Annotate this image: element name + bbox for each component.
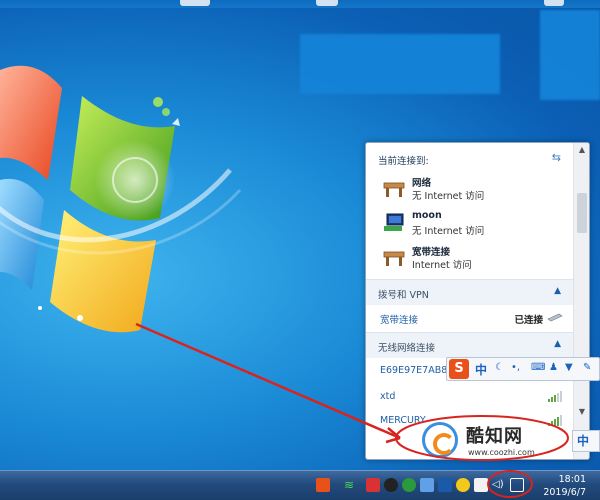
wireless-network-item[interactable]: xtd (366, 385, 573, 409)
wifi-tray-icon[interactable]: ≋ (344, 478, 358, 492)
popup-heading: 当前连接到: (378, 156, 429, 167)
app-tray-icon[interactable] (420, 478, 434, 492)
clock[interactable]: 18:01 2019/6/7 (543, 473, 586, 499)
network-connections-popup: 当前连接到: ⇆ 网络 无 Internet 访问 moon 无 Interne… (365, 142, 590, 460)
connection-status: 无 Internet 访问 (412, 226, 485, 237)
section-title: 无线网络连接 (378, 343, 436, 354)
connection-item[interactable]: 网络 无 Internet 访问 (380, 175, 570, 205)
modem-icon (547, 313, 563, 322)
wireless-network-name: xtd (380, 391, 396, 402)
moon-icon[interactable]: ☾ (495, 362, 504, 373)
action-center-icon[interactable] (474, 478, 488, 492)
dialup-vpn-header[interactable]: 拨号和 VPN ▲ (366, 279, 573, 305)
sogou-tray-icon[interactable] (316, 478, 330, 492)
app-tray-icon[interactable] (438, 478, 452, 492)
ime-mode-toggle[interactable]: 中 (475, 361, 487, 378)
connection-status: Internet 访问 (412, 260, 472, 271)
desktop-top-strip (0, 0, 600, 8)
speaker-icon[interactable]: ◁) (492, 478, 506, 492)
qq-tray-icon[interactable] (384, 478, 398, 492)
scrollbar-thumb[interactable] (577, 193, 587, 233)
network-tray-icon[interactable] (510, 478, 524, 492)
computer-network-icon (384, 213, 404, 231)
wireless-network-name: E69E97E7AB8B (380, 365, 454, 376)
tools-icon[interactable]: ✎ (583, 362, 591, 373)
desktop-icon-fragment[interactable] (544, 0, 564, 6)
connection-name: moon (412, 210, 442, 221)
wifi-signal-icon (548, 391, 562, 402)
app-tray-icon[interactable] (366, 478, 380, 492)
user-icon[interactable]: ♟ (549, 362, 558, 373)
blurred-region (540, 10, 600, 100)
network-bench-icon (383, 182, 405, 197)
section-title: 拨号和 VPN (378, 290, 429, 301)
desktop-icon-fragment[interactable] (316, 0, 338, 6)
chevron-up-icon[interactable]: ▲ (554, 286, 561, 296)
keyboard-icon[interactable]: ⌨ (531, 362, 545, 373)
scroll-down-icon[interactable]: ▼ (577, 407, 587, 416)
watermark-url: www.coozhi.com (468, 448, 535, 457)
skin-icon[interactable]: ▼ (565, 362, 573, 373)
popup-scrollbar[interactable]: ▲ ▼ (573, 143, 589, 459)
refresh-icon[interactable]: ⇆ (552, 151, 561, 164)
current-connections-section: 当前连接到: ⇆ 网络 无 Internet 访问 moon 无 Interne… (366, 143, 573, 275)
clock-time: 18:01 (558, 474, 586, 485)
app-tray-icon[interactable] (456, 478, 470, 492)
watermark: 酷知网 www.coozhi.com (416, 418, 586, 466)
app-tray-icon[interactable] (402, 478, 416, 492)
network-bench-icon (383, 251, 405, 266)
dialup-connection-name: 宽带连接 (380, 315, 419, 326)
coozhi-logo-icon (422, 422, 458, 458)
sogou-ime-toolbar[interactable]: S 中 ☾ •, ⌨ ♟ ▼ ✎ (446, 357, 600, 381)
punctuation-icon[interactable]: •, (511, 362, 520, 373)
annotation-arrow-line (135, 322, 401, 440)
scroll-up-icon[interactable]: ▲ (577, 145, 587, 154)
dialup-connection-row[interactable]: 宽带连接 已连接 (366, 306, 573, 330)
connection-item[interactable]: 宽带连接 Internet 访问 (380, 244, 570, 274)
windows-logo (0, 65, 242, 333)
watermark-name: 酷知网 (466, 426, 523, 447)
clock-date: 2019/6/7 (543, 487, 586, 498)
connection-name: 宽带连接 (412, 247, 451, 258)
sogou-logo-icon[interactable]: S (449, 359, 469, 379)
desktop-icon-fragment[interactable] (180, 0, 210, 6)
taskbar: ≋ ◁) 18:01 2019/6/7 (0, 470, 600, 500)
connection-status: 无 Internet 访问 (412, 191, 485, 202)
wireless-network-header[interactable]: 无线网络连接 ▲ (366, 332, 573, 358)
dialup-connection-status: 已连接 (514, 315, 543, 326)
connection-item[interactable]: moon 无 Internet 访问 (380, 210, 570, 240)
connection-name: 网络 (412, 178, 432, 189)
chevron-up-icon[interactable]: ▲ (554, 339, 561, 349)
